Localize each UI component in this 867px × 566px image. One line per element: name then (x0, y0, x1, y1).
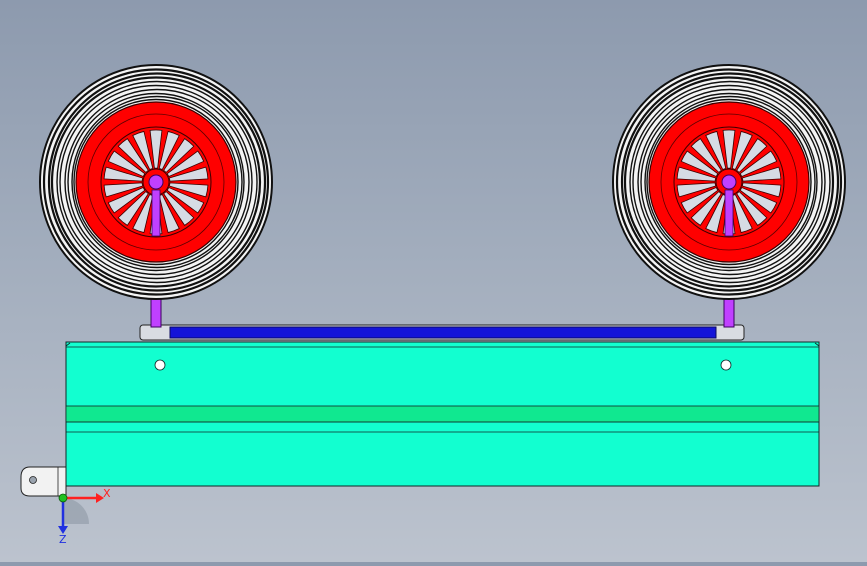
x-axis-label: X (103, 487, 111, 500)
hitch-bracket[interactable] (20, 466, 67, 497)
hub-axle (721, 174, 737, 190)
wheel-left[interactable] (39, 64, 273, 328)
wheel-right[interactable] (612, 64, 846, 328)
mount-hole-right (720, 359, 732, 371)
cad-3d-viewport[interactable]: X Z (0, 0, 867, 562)
hub-strut-inner (724, 189, 734, 237)
body-stripe (65, 405, 820, 423)
mount-hole-left (154, 359, 166, 371)
z-axis-label: Z (59, 533, 67, 546)
triad-origin (58, 493, 68, 503)
hub-strut-inner (151, 189, 161, 237)
hub-axle (148, 174, 164, 190)
coordinate-triad: X Z (58, 487, 111, 546)
trailer-body[interactable] (65, 341, 820, 487)
axle-bar[interactable] (139, 324, 745, 341)
